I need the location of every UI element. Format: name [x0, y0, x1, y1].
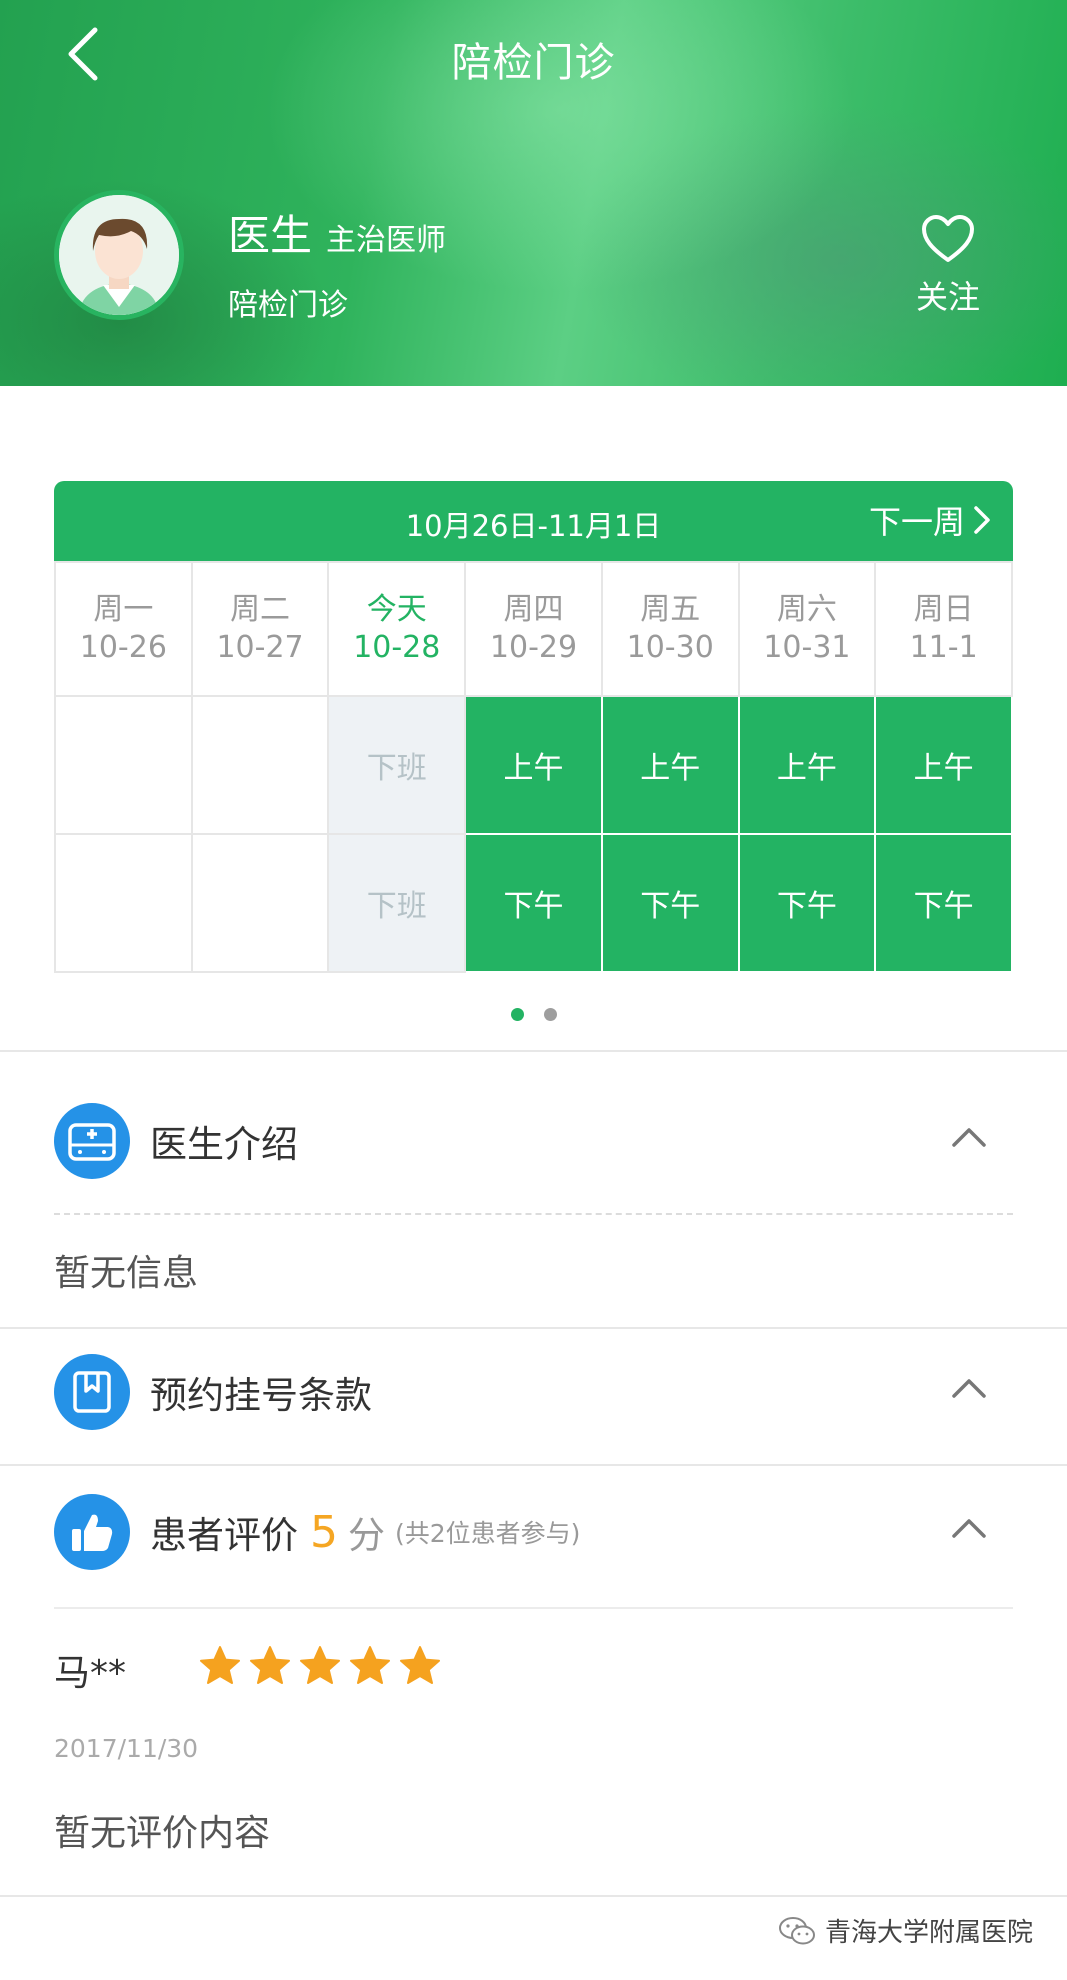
slot-available[interactable]: 上午	[602, 697, 740, 835]
date-label: 10-29	[489, 630, 578, 665]
weekday-label: 周一	[93, 592, 154, 627]
weekday-label: 周日	[913, 592, 974, 627]
star-icon	[250, 1646, 290, 1684]
doctor-name: 医生	[228, 211, 313, 260]
weekday-label: 周二	[230, 592, 291, 627]
review-content: 暂无评价内容	[54, 1813, 271, 1854]
slot-empty	[56, 835, 193, 973]
reviews-title: 患者评价	[150, 1514, 298, 1557]
review-score: 5	[310, 1506, 338, 1558]
day-header: 周二 10-27	[192, 563, 330, 697]
intro-title: 医生介绍	[150, 1123, 298, 1166]
chevron-up-icon[interactable]	[951, 1126, 987, 1148]
section-divider	[0, 1327, 1067, 1329]
doctor-intro-section[interactable]: 医生介绍	[54, 1102, 1013, 1180]
doctor-header: 陪检门诊 医生 主治医师 陪检门诊 关注	[0, 0, 1067, 386]
review-divider	[54, 1607, 1013, 1609]
slot-available[interactable]: 上午	[739, 697, 877, 835]
star-icon	[400, 1646, 440, 1684]
slot-available[interactable]: 上午	[466, 697, 603, 835]
next-week-label: 下一周	[868, 503, 965, 541]
day-header: 周四 10-29	[466, 563, 603, 697]
slot-empty	[56, 697, 193, 835]
page-title: 陪检门诊	[451, 40, 616, 86]
page-indicator	[0, 1008, 1067, 1021]
dashed-divider	[54, 1213, 1013, 1215]
day-header: 周六 10-31	[739, 563, 877, 697]
star-icon	[200, 1646, 240, 1684]
intro-content: 暂无信息	[54, 1253, 199, 1294]
section-divider	[0, 1464, 1067, 1466]
slot-empty	[192, 697, 330, 835]
star-icon	[300, 1646, 340, 1684]
doctor-name-row: 医生 主治医师	[228, 202, 446, 263]
slot-off-duty: 下班	[329, 697, 467, 835]
schedule-table: 10月26日-11月1日 下一周 周一 10-26 周二 10-27 今天 10-28 周四…	[54, 481, 1013, 973]
section-divider	[0, 1050, 1067, 1052]
chevron-up-icon[interactable]	[951, 1517, 987, 1539]
weekday-label: 今天	[366, 592, 427, 627]
terms-title: 预约挂号条款	[150, 1374, 372, 1417]
slot-empty	[192, 835, 330, 973]
score-unit: 分	[348, 1514, 385, 1557]
page-dot[interactable]	[510, 1008, 524, 1021]
slot-off-duty: 下班	[329, 835, 467, 973]
wechat-watermark: 青海大学附属医院	[777, 1912, 1033, 1949]
day-header: 周五 10-30	[602, 563, 740, 697]
schedule-header: 10月26日-11月1日 下一周	[54, 481, 1013, 561]
slot-available[interactable]: 下午	[739, 835, 877, 973]
date-label: 10-26	[79, 630, 167, 665]
patient-reviews-section[interactable]: 患者评价 5 分 (共2位患者参与)	[54, 1493, 1013, 1571]
wechat-icon	[778, 1916, 815, 1944]
day-header: 周日 11-1	[876, 563, 1013, 697]
review-count-note: (共2位患者参与)	[395, 1519, 581, 1548]
medical-kit-icon	[54, 1103, 130, 1179]
weekday-label: 周五	[640, 592, 701, 627]
date-label: 11-1	[909, 630, 978, 665]
page-dot[interactable]	[543, 1008, 557, 1021]
heart-icon	[922, 215, 974, 262]
watermark-text: 青海大学附属医院	[824, 1918, 1033, 1948]
booking-terms-section[interactable]: 预约挂号条款	[54, 1353, 1013, 1431]
day-header: 今天 10-28	[329, 563, 467, 697]
review-date: 2017/11/30	[54, 1734, 199, 1763]
chevron-right-icon	[974, 506, 990, 534]
star-icon	[350, 1646, 390, 1684]
slot-available[interactable]: 下午	[466, 835, 603, 973]
section-divider	[0, 1895, 1067, 1897]
book-icon	[54, 1354, 130, 1430]
thumbs-up-icon	[54, 1494, 130, 1570]
slot-available[interactable]: 下午	[602, 835, 740, 973]
follow-label: 关注	[915, 278, 980, 316]
rating-stars	[198, 1645, 442, 1687]
date-label: 10-28	[353, 630, 441, 665]
doctor-avatar	[54, 190, 184, 320]
reviewer-name: 马**	[54, 1653, 127, 1694]
slot-available[interactable]: 上午	[876, 697, 1013, 835]
chevron-up-icon[interactable]	[951, 1377, 987, 1399]
schedule-grid: 周一 10-26 周二 10-27 今天 10-28 周四 10-29 周五 10-30 周六 10-…	[54, 561, 1013, 973]
slot-available[interactable]: 下午	[876, 835, 1013, 973]
date-label: 10-27	[216, 630, 304, 665]
follow-button[interactable]: 关注	[888, 214, 1008, 318]
day-header: 周一 10-26	[56, 563, 193, 697]
next-week-button[interactable]: 下一周	[869, 497, 991, 543]
doctor-title: 主治医师	[326, 223, 447, 258]
weekday-label: 周四	[503, 592, 564, 627]
date-label: 10-30	[626, 630, 714, 665]
weekday-label: 周六	[776, 592, 837, 627]
doctor-department: 陪检门诊	[228, 288, 348, 323]
date-label: 10-31	[763, 630, 851, 665]
